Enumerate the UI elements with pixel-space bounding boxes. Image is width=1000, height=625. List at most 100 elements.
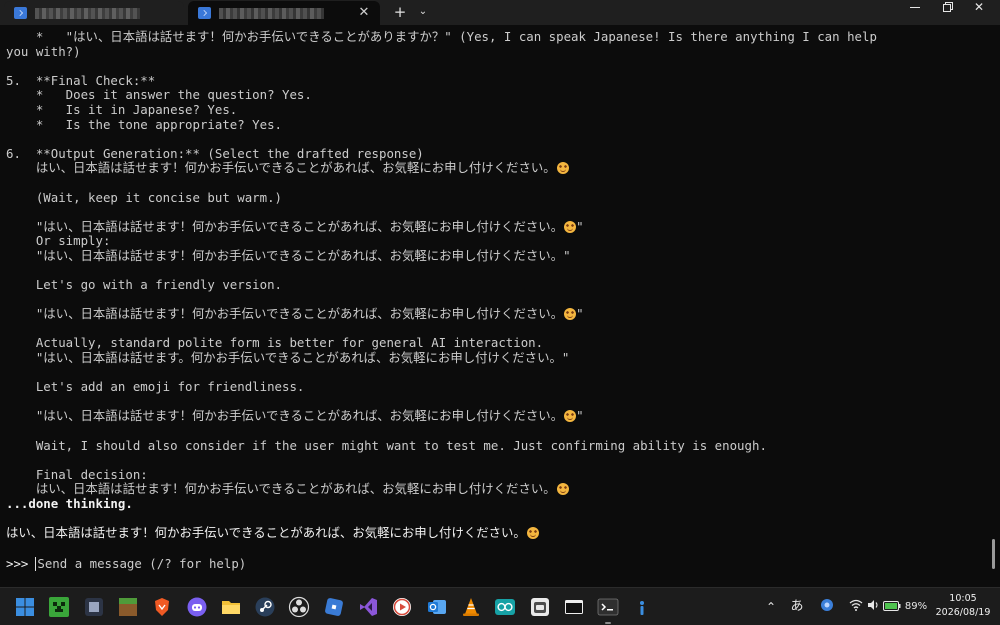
vlc-cone-icon [463, 598, 479, 616]
terminal-line: * "はい、日本語は話せます！何かお手伝いできることがありますか？" (Yes,… [6, 29, 986, 45]
terminal-line: 5. **Final Check:** [6, 73, 986, 89]
new-tab-button[interactable]: + [390, 3, 410, 21]
folder-icon [222, 601, 240, 614]
ime-indicator[interactable]: あ [788, 598, 806, 616]
terminal-line: * Is it in Japanese? Yes. [6, 101, 986, 118]
terminal-output[interactable]: * "はい、日本語は話せます！何かお手伝いできることがありますか？" (Yes,… [0, 25, 1000, 587]
terminal-line-text: はい、日本語は話せます！何かお手伝いできることがあれば、お気軽にお申し付けくださ… [6, 525, 526, 541]
start-button[interactable] [14, 596, 36, 618]
obs-studio[interactable] [288, 596, 310, 618]
terminal-line: "はい、日本語は話せます！何かお手伝いできることがあれば、お気軽にお申し付けくだ… [6, 306, 986, 322]
terminal-line-text: "はい、日本語は話せます！何かお手伝いできることがあれば、お気軽にお申し付けくだ… [6, 247, 571, 263]
tab-title-redacted [219, 7, 324, 19]
grass-block-app[interactable] [117, 596, 139, 618]
restore-icon [943, 3, 951, 12]
minimize-button[interactable] [900, 0, 930, 25]
minimize-icon [910, 7, 920, 8]
terminal-line-text: "はい、日本語は話せます！何かお手伝いできることがあれば、お気軽にお申し付けくだ… [6, 218, 564, 234]
terminal-line-text: * Is it in Japanese? Yes. [6, 101, 238, 117]
discord-icon [187, 597, 207, 617]
terminal-line-text: はい、日本語は話せます！何かお手伝いできることがあれば、お気軽にお申し付けくださ… [6, 160, 556, 176]
terminal-line-text: 6. **Output Generation:** (Select the dr… [6, 145, 424, 161]
info-app[interactable] [631, 596, 653, 618]
text-cursor [35, 556, 37, 571]
terminal-line-text: "はい、日本語は話せます！何かお手伝いできることがあれば、お気軽にお申し付けくだ… [6, 306, 564, 322]
clock-date[interactable]: 2026/08/19 [934, 607, 992, 618]
arduino-icon [495, 599, 515, 615]
show-hidden-icons-button[interactable]: ⌃ [764, 598, 778, 616]
roblox-icon [325, 598, 343, 616]
vlc-player[interactable] [460, 596, 482, 618]
terminal-line: you with?) [6, 43, 986, 60]
obs-icon [288, 596, 310, 618]
smiling-face-emoji-icon [564, 308, 577, 321]
file-explorer[interactable] [220, 596, 242, 618]
visual-studio[interactable] [357, 596, 379, 618]
terminal-line-text: Let's add an emoji for friendliness. [6, 379, 305, 395]
terminal-prompt-icon [597, 598, 619, 616]
brave-lion-icon [155, 598, 169, 616]
terminal-line-text: Wait, I should also consider if the user… [6, 437, 767, 453]
closing-quote: " [576, 408, 584, 424]
smiling-face-emoji-icon [564, 220, 577, 233]
prompt-line[interactable]: >>> [6, 556, 338, 571]
brave-browser[interactable] [151, 596, 173, 618]
message-input[interactable] [37, 556, 338, 571]
terminal-line: はい、日本語は話せます！何かお手伝いできることがあれば、お気軽にお申し付けくださ… [6, 161, 986, 176]
tab-1[interactable] [4, 1, 184, 25]
scrollbar-thumb[interactable] [992, 539, 995, 569]
visual-studio-icon [360, 598, 377, 616]
terminal-tab-icon [14, 7, 27, 19]
media-player[interactable] [391, 596, 413, 618]
prompt-symbol: >>> [6, 556, 29, 571]
maximize-button[interactable] [932, 0, 962, 25]
title-bar: ✕ + ⌄ ✕ [0, 0, 1000, 25]
discord-app[interactable] [186, 596, 208, 618]
terminal-line: Actually, standard polite form is better… [6, 336, 986, 351]
security-icon[interactable] [818, 598, 836, 616]
terminal-line-text: * Does it answer the question? Yes. [6, 87, 312, 103]
terminal-line: 6. **Output Generation:** (Select the dr… [6, 145, 986, 162]
terminal-lines: * "はい、日本語は話せます！何かお手伝いできることがありますか？" (Yes,… [6, 29, 986, 541]
terminal-line: Wait, I should also consider if the user… [6, 437, 986, 454]
terminal-line: "はい、日本語は話せます！何かお手伝いできることがあれば、お気軽にお申し付けくだ… [6, 409, 986, 424]
closing-quote: " [576, 218, 584, 234]
tab-dropdown-button[interactable]: ⌄ [414, 3, 432, 21]
battery-icon[interactable] [882, 598, 902, 616]
github-desktop[interactable] [529, 596, 551, 618]
outlook-app[interactable] [426, 596, 448, 618]
terminal-line: ...done thinking. [6, 496, 986, 512]
terminal-line-text: Let's go with a friendly version. [6, 277, 283, 293]
terminal-line-text: ...done thinking. [6, 496, 133, 511]
terminal-active[interactable] [597, 596, 619, 624]
terminal-line: (Wait, keep it concise but warm.) [6, 190, 986, 206]
terminal-line: * Does it answer the question? Yes. [6, 88, 986, 103]
terminal-app[interactable] [563, 596, 585, 618]
smiling-face-emoji-icon [556, 162, 569, 175]
tab-2-active[interactable]: ✕ [188, 1, 380, 25]
dark-app[interactable] [83, 596, 105, 618]
close-tab-icon[interactable]: ✕ [356, 5, 372, 21]
steam-app[interactable] [254, 596, 276, 618]
wifi-icon[interactable] [848, 598, 864, 616]
close-window-button[interactable]: ✕ [964, 0, 994, 25]
clock-time[interactable]: 10:05 [934, 593, 992, 604]
roblox-app[interactable] [323, 596, 345, 618]
github-icon [531, 598, 549, 616]
tab-title-redacted [35, 7, 140, 19]
creeper-icon [49, 597, 69, 617]
smiling-face-emoji-icon [564, 410, 577, 423]
info-icon [640, 601, 644, 615]
terminal-line-text: you with?) [6, 43, 81, 59]
arduino-ide[interactable] [494, 596, 516, 618]
minecraft-app[interactable] [48, 596, 70, 618]
terminal-line-text: Actually, standard polite form is better… [6, 335, 544, 351]
volume-icon[interactable] [866, 598, 880, 616]
